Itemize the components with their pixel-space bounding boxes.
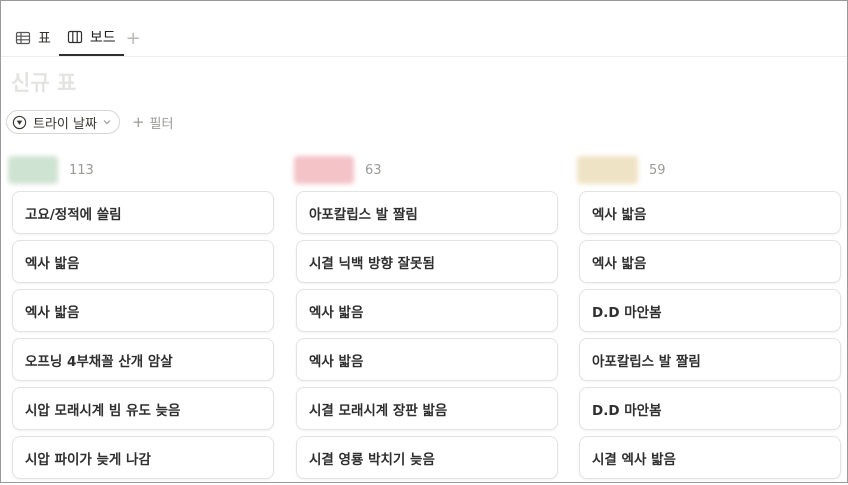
window-frame: 표 보드 + 신규 표 트라이 날짜 + 필터 113 63 59 고요/정적에… bbox=[0, 0, 848, 483]
tab-table[interactable]: 표 bbox=[7, 20, 59, 56]
tab-divider bbox=[1, 56, 847, 57]
filter-bar: 트라이 날짜 + 필터 bbox=[6, 110, 173, 134]
filter-icon bbox=[12, 115, 27, 129]
board-card[interactable]: 엑사 밟음 bbox=[296, 289, 558, 332]
board-card[interactable]: 시결 영룡 박치기 늦음 bbox=[296, 436, 558, 479]
view-tabs: 표 보드 + bbox=[7, 19, 141, 57]
board-column: 고요/정적에 쓸림 엑사 밟음 엑사 밟음 오프닝 4부채꼴 산개 암살 시압 … bbox=[12, 191, 274, 485]
column-count: 59 bbox=[649, 162, 666, 178]
board-card[interactable]: 엑사 밟음 bbox=[579, 191, 841, 234]
board-card[interactable]: 아포칼립스 발 짤림 bbox=[579, 338, 841, 381]
board-card[interactable]: 시압 파이가 늦게 나감 bbox=[12, 436, 274, 479]
page-title[interactable]: 신규 표 bbox=[11, 67, 76, 97]
table-icon bbox=[15, 31, 31, 45]
board-card[interactable]: D.D 마안봄 bbox=[579, 289, 841, 332]
board-card[interactable]: 엑사 밟음 bbox=[579, 240, 841, 283]
plus-icon: + bbox=[131, 113, 145, 131]
tab-board[interactable]: 보드 bbox=[58, 20, 124, 56]
column-header[interactable]: 113 bbox=[8, 156, 94, 184]
board-card[interactable]: 엑사 밟음 bbox=[12, 289, 274, 332]
board-card[interactable]: 엑사 밟음 bbox=[296, 338, 558, 381]
add-filter-label: 필터 bbox=[149, 116, 174, 132]
column-header[interactable]: 63 bbox=[294, 156, 382, 184]
chevron-down-icon bbox=[103, 120, 111, 125]
tab-board-label: 보드 bbox=[89, 30, 116, 46]
board-card[interactable]: 아포칼립스 발 짤림 bbox=[296, 191, 558, 234]
board-card[interactable]: D.D 마안봄 bbox=[579, 387, 841, 430]
add-filter-button[interactable]: + 필터 bbox=[132, 113, 174, 132]
board-icon bbox=[67, 30, 82, 44]
board-card[interactable]: 시압 모래시계 빔 유도 늦음 bbox=[12, 387, 274, 430]
tab-table-label: 표 bbox=[38, 31, 51, 47]
board-card[interactable]: 시결 닉백 방향 잘못됨 bbox=[296, 240, 558, 283]
board-card[interactable]: 시결 모래시계 장판 밟음 bbox=[296, 387, 558, 430]
board-card[interactable]: 엑사 밟음 bbox=[12, 240, 274, 283]
column-count: 63 bbox=[365, 162, 382, 178]
add-view-button[interactable]: + bbox=[126, 28, 141, 49]
column-header[interactable]: 59 bbox=[577, 156, 666, 184]
board-card[interactable]: 고요/정적에 쓸림 bbox=[12, 191, 274, 234]
column-count: 113 bbox=[69, 162, 94, 178]
date-filter-label: 트라이 날짜 bbox=[33, 116, 97, 132]
board-card[interactable]: 시결 엑사 밟음 bbox=[579, 436, 841, 479]
date-filter-chip[interactable]: 트라이 날짜 bbox=[6, 110, 120, 134]
column-status-badge bbox=[294, 156, 354, 184]
board-column: 아포칼립스 발 짤림 시결 닉백 방향 잘못됨 엑사 밟음 엑사 밟음 시결 모… bbox=[296, 191, 558, 485]
board-column: 엑사 밟음 엑사 밟음 D.D 마안봄 아포칼립스 발 짤림 D.D 마안봄 시… bbox=[579, 191, 841, 485]
board-card[interactable]: 오프닝 4부채꼴 산개 암살 bbox=[12, 338, 274, 381]
column-status-badge bbox=[8, 156, 58, 184]
column-status-badge bbox=[577, 156, 638, 184]
